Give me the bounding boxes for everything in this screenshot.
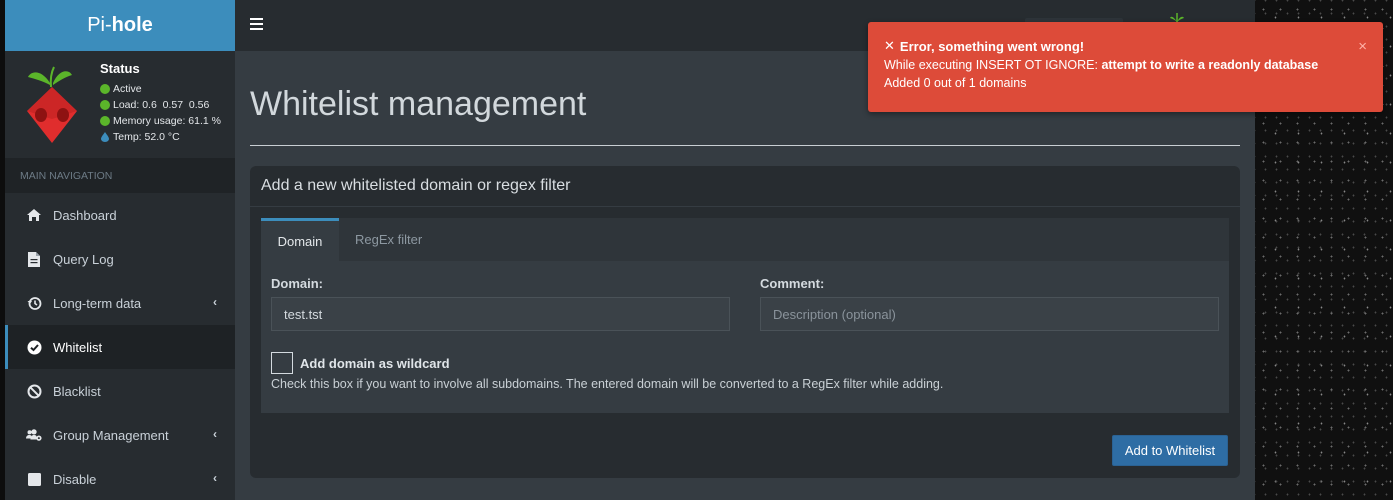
domain-label: Domain:: [271, 276, 323, 291]
chevron-left-icon: ‹: [213, 295, 217, 309]
status-panel: Status Active Load: 0.6 0.57 0.56 Memory…: [5, 51, 235, 158]
sidebar-item-label: Dashboard: [53, 207, 117, 223]
domain-input[interactable]: test.tst: [271, 297, 730, 331]
status-temp: Temp: 52.0 °C: [100, 129, 221, 145]
sidebar-item-label: Group Management: [53, 427, 169, 443]
pihole-logo-icon: [27, 66, 77, 143]
sidebar-item-blacklist[interactable]: Blacklist: [5, 369, 235, 413]
chevron-left-icon: ‹: [213, 427, 217, 441]
sidebar-item-disable[interactable]: Disable ‹: [5, 457, 235, 500]
status-box: Status Active Load: 0.6 0.57 0.56 Memory…: [100, 61, 221, 145]
sidebar-item-label: Query Log: [53, 251, 114, 267]
status-load: Load: 0.6 0.57 0.56: [100, 97, 221, 113]
sidebar-item-whitelist[interactable]: Whitelist: [5, 325, 235, 369]
wildcard-help-text: Check this box if you want to involve al…: [271, 377, 944, 391]
stop-icon: [26, 471, 42, 487]
sidebar-item-label: Blacklist: [53, 383, 101, 399]
brand-suffix: hole: [111, 14, 153, 36]
menu-toggle-icon[interactable]: [250, 18, 263, 30]
status-memory: Memory usage: 61.1 %: [100, 113, 221, 129]
toast-title: Error, something went wrong!: [899, 38, 1085, 54]
status-active: Active: [100, 81, 221, 97]
toast-title-row: ✕ Error, something went wrong!: [884, 38, 1383, 54]
toast-summary: Added 0 out of 1 domains: [884, 76, 1027, 90]
status-dot-icon: [100, 84, 110, 94]
tab-bar: Domain RegEx filter: [261, 218, 1229, 261]
sidebar-item-label: Whitelist: [53, 339, 103, 355]
page-title: Whitelist management: [250, 85, 587, 123]
memory-label: Memory usage:: [113, 115, 186, 127]
status-title: Status: [100, 61, 140, 76]
load-values: 0.6 0.57 0.56: [142, 99, 210, 111]
toast-message: While executing INSERT OT IGNORE: attemp…: [884, 58, 1383, 72]
chevron-left-icon: ‹: [213, 471, 217, 485]
sidebar-item-dashboard[interactable]: Dashboard: [5, 193, 235, 237]
sidebar-item-query-log[interactable]: Query Log: [5, 237, 235, 281]
history-icon: [26, 295, 42, 311]
load-label: Load:: [113, 99, 140, 111]
error-notification: ✕ Error, something went wrong! While exe…: [868, 22, 1383, 112]
title-divider: [250, 145, 1240, 146]
memory-dot-icon: [100, 116, 110, 126]
sidebar-item-label: Disable: [53, 471, 97, 487]
brand-logo[interactable]: Pi-hole: [5, 0, 235, 51]
memory-value: 61.1 %: [188, 115, 221, 127]
users-cog-icon: [26, 427, 42, 443]
box-title: Add a new whitelisted domain or regex fi…: [250, 166, 1240, 207]
load-dot-icon: [100, 100, 110, 110]
wildcard-checkbox[interactable]: [271, 352, 293, 374]
toast-message-bold: attempt to write a readonly database: [1101, 58, 1319, 72]
comment-label: Comment:: [760, 276, 825, 291]
sidebar-item-label: Long-term data: [53, 295, 142, 311]
sidebar: Pi-hole Status Active Load: 0.6 0.57 0.5…: [5, 0, 235, 500]
ban-icon: [26, 383, 42, 399]
tab-domain[interactable]: Domain: [261, 218, 339, 261]
add-domain-box: Add a new whitelisted domain or regex fi…: [250, 166, 1240, 478]
home-icon: [26, 207, 42, 223]
nav-header: MAIN NAVIGATION: [5, 158, 235, 193]
file-icon: [26, 251, 42, 267]
sidebar-item-group-management[interactable]: Group Management ‹: [5, 413, 235, 457]
close-icon[interactable]: ×: [1358, 38, 1367, 55]
sidebar-item-long-term-data[interactable]: Long-term data ‹: [5, 281, 235, 325]
tab-regex-filter[interactable]: RegEx filter: [339, 218, 438, 261]
check-circle-icon: [26, 339, 42, 355]
error-x-icon: ✕: [884, 38, 895, 53]
tab-container: Domain RegEx filter Domain: test.tst Com…: [261, 218, 1229, 413]
temperature-drop-icon: [101, 132, 109, 142]
brand-prefix: Pi-: [87, 14, 112, 36]
comment-input[interactable]: Description (optional): [760, 297, 1219, 331]
wildcard-label[interactable]: Add domain as wildcard: [300, 356, 450, 371]
status-state: Active: [113, 83, 142, 95]
main-content: Whitelist management Add a new whitelist…: [235, 51, 1255, 500]
add-to-whitelist-button[interactable]: Add to Whitelist: [1112, 435, 1228, 466]
toast-message-prefix: While executing INSERT OT IGNORE:: [884, 58, 1102, 72]
temp-value: Temp: 52.0 °C: [113, 131, 180, 143]
